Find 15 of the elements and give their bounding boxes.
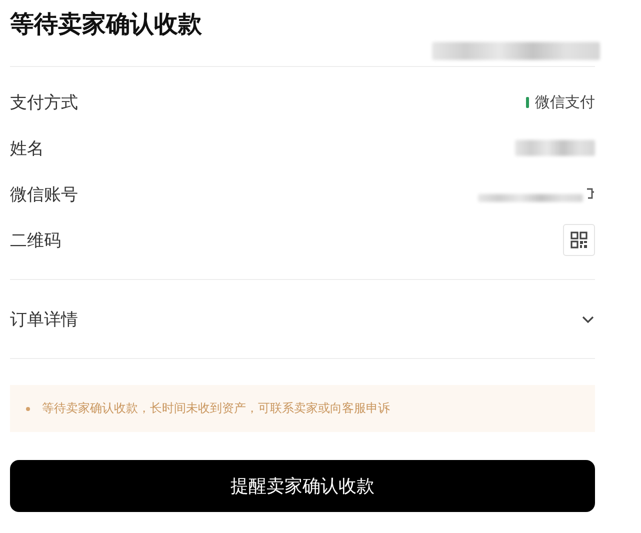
remind-seller-button[interactable]: 提醒卖家确认收款: [10, 460, 595, 512]
notice-text: 等待卖家确认收款，长时间未收到资产，可联系卖家或向客服申诉: [42, 400, 390, 417]
bullet-icon: [26, 406, 30, 410]
copy-icon[interactable]: [585, 187, 595, 201]
page-title: 等待卖家确认收款: [10, 9, 203, 40]
section-label: 订单详情: [10, 308, 78, 330]
field-label: 二维码: [10, 230, 61, 252]
chevron-icon[interactable]: [581, 314, 595, 324]
payment-method: 微信支付: [535, 92, 595, 112]
field-label: 微信账号: [10, 184, 78, 206]
qr-code-icon: [570, 231, 588, 249]
field-label: 支付方式: [10, 92, 78, 114]
field-label: 姓名: [10, 138, 44, 160]
status-bar-mark: [526, 96, 529, 108]
qr-code-button[interactable]: [563, 224, 595, 256]
